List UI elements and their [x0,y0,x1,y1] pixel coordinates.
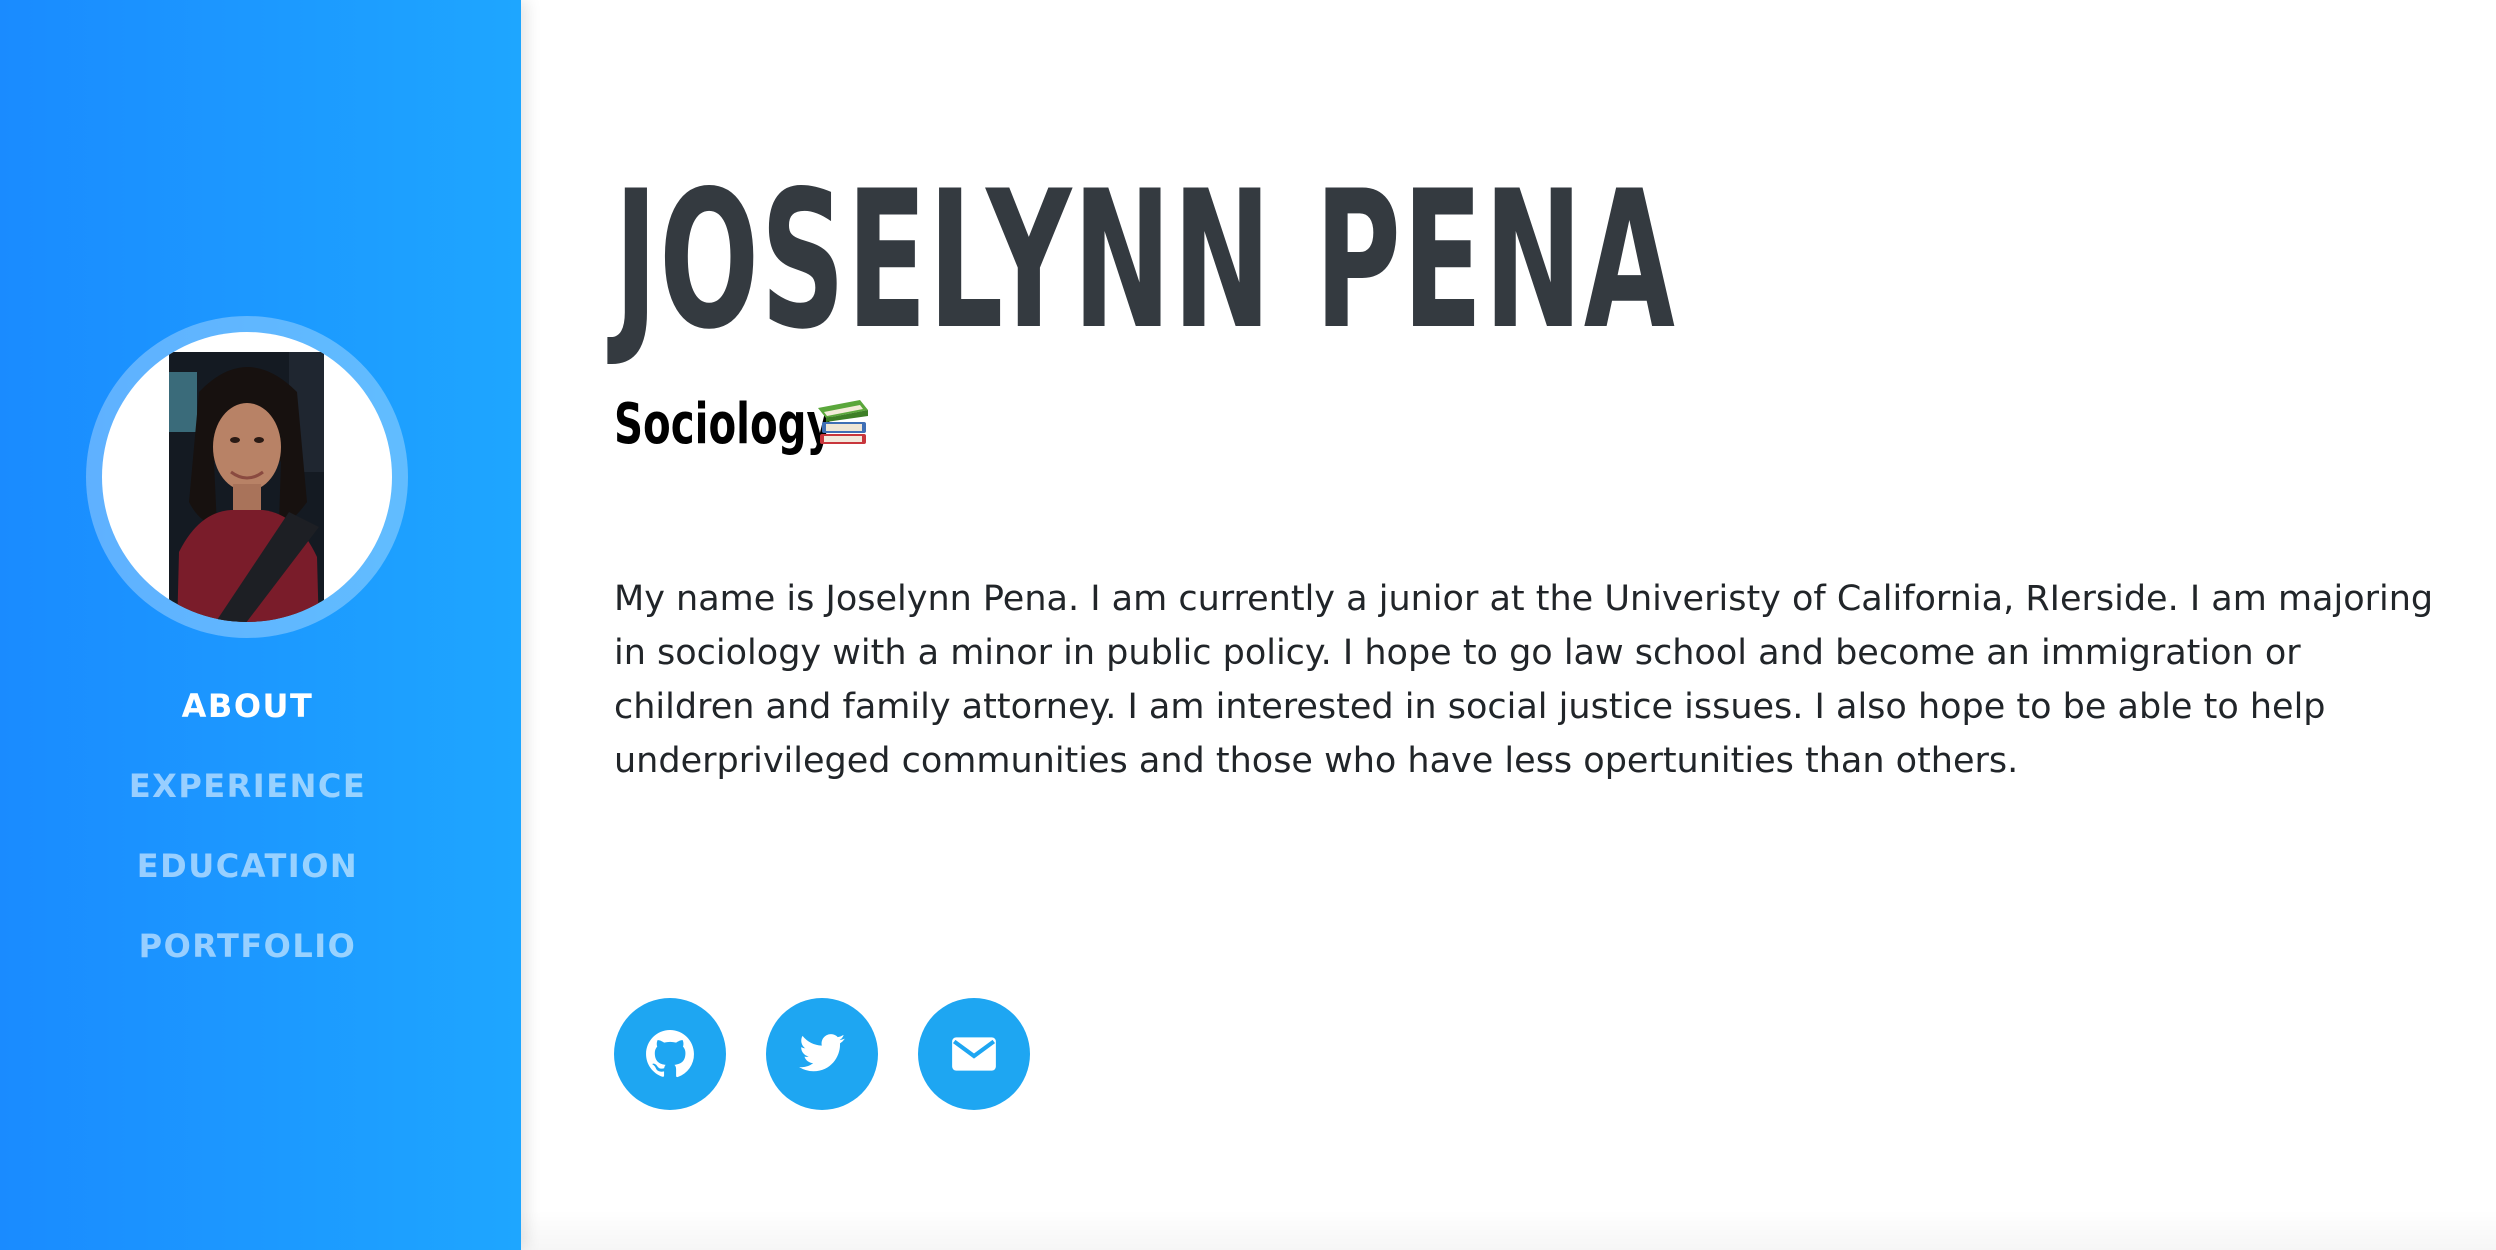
page-title: JOSELYNN PENA [614,150,1677,371]
social-links [614,998,1030,1110]
books-emoji-icon [818,400,868,444]
nav-item-experience[interactable]: EXPERIENCE [0,760,495,840]
page: ABOUT EXPERIENCE EDUCATION PORTFOLIO JOS… [0,0,2496,1250]
about-section: JOSELYNN PENA Sociology My name is Josel… [521,0,2496,1250]
github-button[interactable] [614,998,726,1110]
nav-item-about[interactable]: ABOUT [0,680,495,760]
email-button[interactable] [918,998,1030,1110]
subtitle-row: Sociology [614,390,918,460]
sidebar-nav: ABOUT EXPERIENCE EDUCATION PORTFOLIO [0,680,495,1000]
twitter-button[interactable] [766,998,878,1110]
sidebar: ABOUT EXPERIENCE EDUCATION PORTFOLIO [0,0,521,1250]
nav-item-education[interactable]: EDUCATION [0,840,495,920]
github-icon [646,1030,694,1078]
nav-item-portfolio[interactable]: PORTFOLIO [0,920,495,1000]
email-icon [952,1037,996,1071]
profile-photo [169,352,324,622]
bottom-shadow [521,1210,2496,1250]
avatar [86,316,408,638]
subtitle: Sociology [614,392,833,457]
avatar-frame [102,332,392,622]
bio-paragraph: My name is Joselynn Pena. I am currently… [614,579,2434,781]
twitter-icon [799,1034,845,1072]
